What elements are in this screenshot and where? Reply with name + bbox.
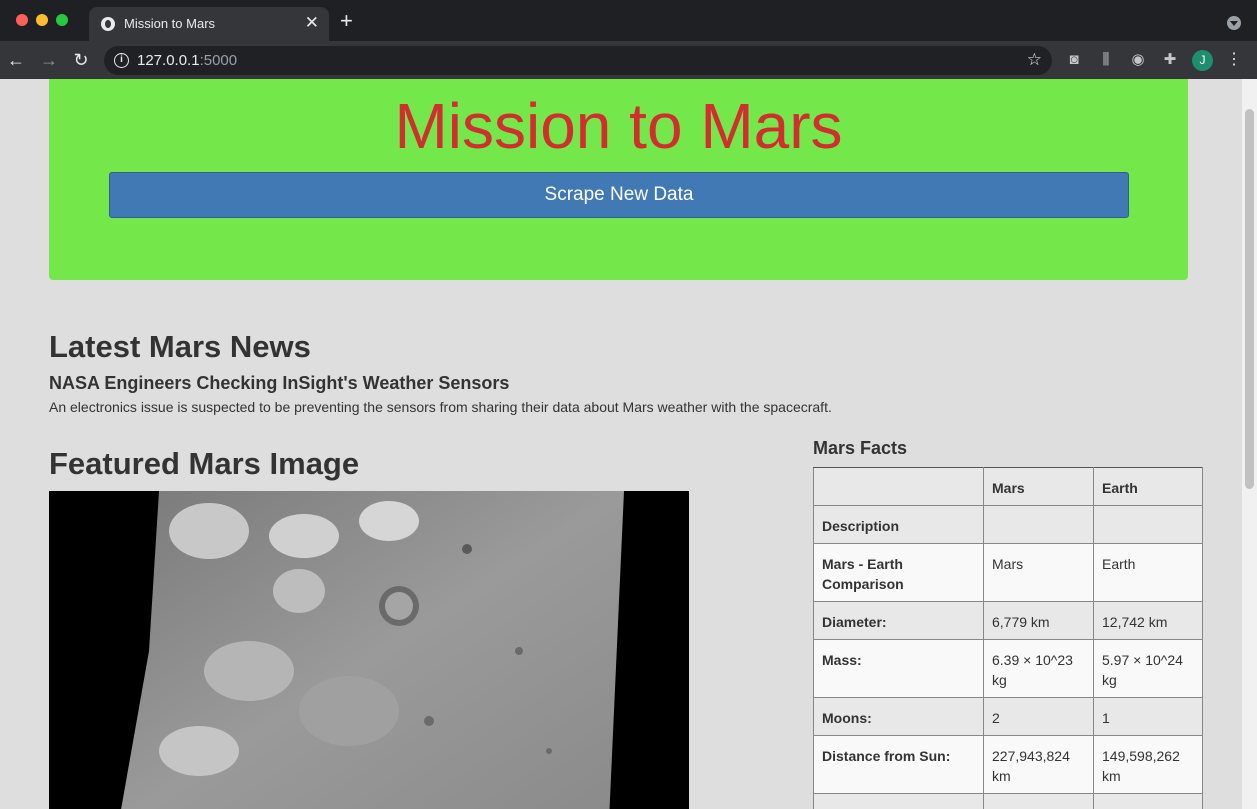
facts-row-label: Mass: — [813, 639, 984, 698]
page-title: Mission to Mars — [394, 90, 843, 162]
minimize-window-button[interactable] — [36, 14, 48, 26]
facts-mars-value: 6,779 km — [983, 601, 1094, 640]
scrape-new-data-button[interactable]: Scrape New Data — [109, 172, 1129, 218]
reload-button[interactable]: ↻ — [70, 49, 92, 71]
facts-row-label: Moons: — [813, 697, 984, 736]
page-viewport: Mission to Mars Scrape New Data Latest M… — [0, 79, 1242, 809]
featured-image-heading: Featured Mars Image — [49, 446, 360, 481]
facts-mars-value: 2 — [983, 697, 1094, 736]
facts-earth-value: 365.24 days — [1093, 793, 1203, 809]
facts-col-header: Earth — [1093, 467, 1203, 506]
facts-earth-value: 1 — [1093, 697, 1203, 736]
facts-header-row: Mars Earth — [813, 467, 1203, 506]
mars-facts-heading: Mars Facts — [813, 438, 908, 458]
maximize-window-button[interactable] — [56, 14, 68, 26]
globe-icon — [101, 17, 115, 31]
hero-banner: Mission to Mars Scrape New Data — [49, 79, 1188, 280]
close-window-button[interactable] — [16, 14, 28, 26]
facts-mars-value: 687 Earth — [983, 793, 1094, 809]
camera-extension-icon[interactable]: ◙ — [1064, 51, 1084, 69]
facts-row-label: Mars - Earth Comparison — [813, 543, 984, 602]
browser-tab-bar: Mission to Mars ✕ + — [0, 0, 1257, 41]
news-title: NASA Engineers Checking InSight's Weathe… — [49, 373, 510, 393]
facts-earth-value: Earth — [1093, 543, 1203, 602]
url-host: 127.0.0.1 — [137, 52, 200, 69]
table-row: Description — [813, 505, 1203, 544]
facts-earth-value: 12,742 km — [1093, 601, 1203, 640]
news-teaser: An electronics issue is suspected to be … — [49, 399, 832, 415]
scrollbar-thumb[interactable] — [1245, 109, 1254, 489]
table-row: Length of Year: 687 Earth 365.24 days — [813, 793, 1203, 809]
facts-mars-value: 6.39 × 10^23 kg — [983, 639, 1094, 698]
table-row: Moons: 2 1 — [813, 697, 1203, 736]
bars-extension-icon[interactable]: ⫼ — [1096, 51, 1116, 69]
bookmark-star-icon[interactable]: ☆ — [1027, 50, 1042, 70]
puzzle-extensions-icon[interactable]: ✚ — [1160, 51, 1180, 69]
browser-tab[interactable]: Mission to Mars ✕ — [89, 7, 329, 41]
info-icon[interactable]: i — [114, 53, 129, 68]
profile-avatar[interactable]: J — [1192, 50, 1213, 71]
mars-surface-photo — [121, 491, 624, 809]
news-section-heading: Latest Mars News — [49, 329, 311, 364]
close-tab-icon[interactable]: ✕ — [305, 13, 319, 33]
new-tab-button[interactable]: + — [340, 10, 353, 32]
facts-mars-value: Mars — [983, 543, 1094, 602]
url-port: :5000 — [199, 52, 238, 69]
url-text: 127.0.0.1:5000 — [137, 52, 237, 69]
mars-facts-table: Mars Earth Description Mars - Earth Comp… — [813, 467, 1203, 809]
table-row: Mars - Earth Comparison Mars Earth — [813, 543, 1203, 602]
facts-row-label: Diameter: — [813, 601, 984, 640]
browser-menu-icon[interactable]: ⋮ — [1226, 50, 1242, 70]
facts-earth-value: 5.97 × 10^24 kg — [1093, 639, 1203, 698]
circle-extension-icon[interactable]: ◉ — [1128, 51, 1148, 69]
facts-mars-value — [983, 505, 1094, 544]
table-row: Diameter: 6,779 km 12,742 km — [813, 601, 1203, 640]
facts-row-label: Description — [813, 505, 984, 544]
facts-earth-value — [1093, 505, 1203, 544]
forward-button[interactable]: → — [38, 49, 60, 71]
facts-row-label: Length of Year: — [813, 793, 984, 809]
table-row: Distance from Sun: 227,943,824 km 149,59… — [813, 735, 1203, 794]
back-button[interactable]: ← — [5, 49, 27, 71]
facts-row-label: Distance from Sun: — [813, 735, 984, 794]
tab-search-icon[interactable] — [1227, 16, 1241, 30]
facts-earth-value: 149,598,262 km — [1093, 735, 1203, 794]
address-bar[interactable]: i 127.0.0.1:5000 ☆ — [104, 46, 1052, 75]
tab-title: Mission to Mars — [124, 16, 216, 31]
table-row: Mass: 6.39 × 10^23 kg 5.97 × 10^24 kg — [813, 639, 1203, 698]
facts-col-header: Mars — [983, 467, 1094, 506]
browser-toolbar: ← → ↻ i 127.0.0.1:5000 ☆ ◙ ⫼ ◉ ✚ J ⋮ — [0, 41, 1257, 79]
facts-mars-value: 227,943,824 km — [983, 735, 1094, 794]
page-scrollbar[interactable] — [1242, 79, 1257, 809]
facts-col-header — [813, 467, 984, 506]
featured-mars-image — [49, 491, 689, 809]
